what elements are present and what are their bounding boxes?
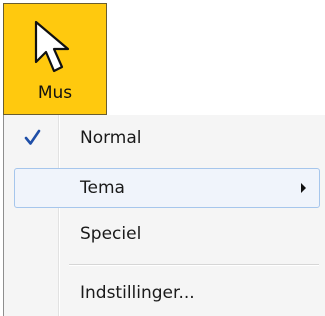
checkmark-icon	[24, 129, 41, 145]
menu-item-speciel[interactable]: Speciel	[14, 214, 320, 254]
menu-item-label: Indstillinger...	[80, 283, 195, 303]
menu-item-normal[interactable]: Normal	[14, 118, 320, 158]
menu-item-label: Tema	[80, 178, 125, 198]
mouse-button[interactable]: Mus	[3, 3, 107, 115]
menu-item-label: Speciel	[80, 224, 142, 244]
menu-item-label: Normal	[80, 128, 142, 148]
submenu-arrow-icon	[301, 183, 306, 193]
mouse-pointer-ui: Mus Normal Tema Speciel Indstillinger...	[0, 0, 325, 316]
mouse-pointer-menu: Normal Tema Speciel Indstillinger...	[3, 115, 325, 316]
menu-separator-highlight	[69, 265, 319, 266]
mouse-button-label: Mus	[37, 83, 73, 103]
menu-item-tema[interactable]: Tema	[14, 168, 320, 208]
menu-item-indstillinger[interactable]: Indstillinger...	[14, 273, 320, 313]
mouse-pointer-icon	[34, 20, 70, 73]
